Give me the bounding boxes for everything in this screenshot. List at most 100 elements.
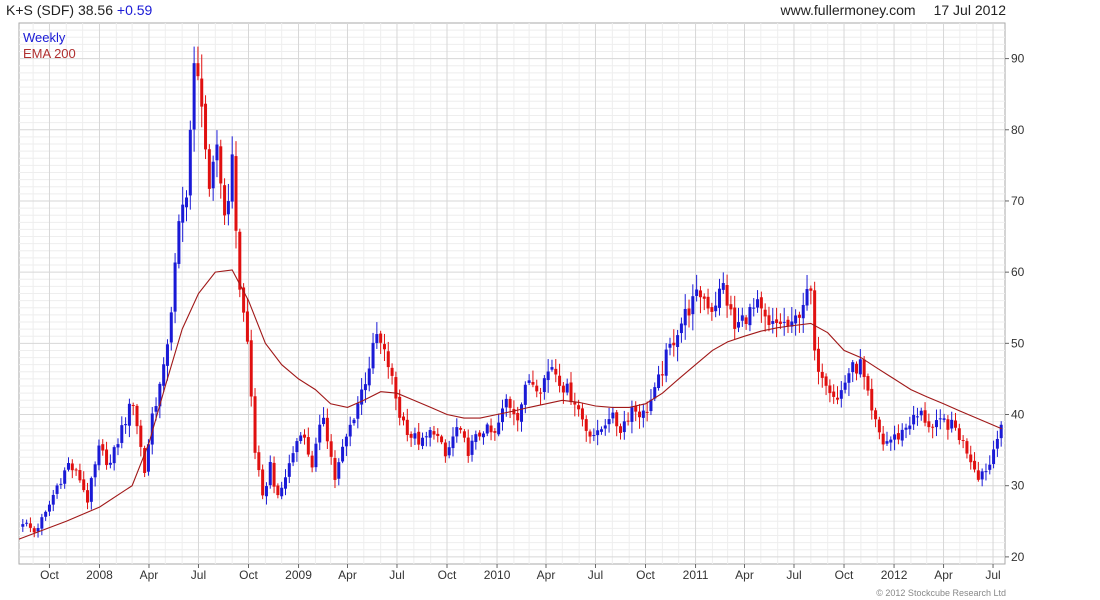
candle-body: [877, 419, 881, 433]
candle-body: [470, 440, 474, 455]
y-tick-label: 30: [1011, 479, 1025, 493]
candle-body: [558, 375, 562, 386]
candle-body: [101, 444, 105, 451]
candle-body: [664, 349, 668, 376]
candle-body: [329, 441, 333, 457]
candle-body: [881, 433, 885, 445]
candle-body: [725, 285, 729, 306]
candle-body: [759, 297, 763, 309]
candle-body: [55, 485, 59, 494]
x-tick-label: 2011: [683, 568, 709, 582]
candle-body: [78, 470, 82, 481]
candle-body: [257, 452, 261, 471]
candle-body: [295, 441, 299, 453]
candle-body: [778, 321, 782, 324]
candle-body: [657, 374, 661, 388]
candle-body: [702, 296, 706, 299]
candle-body: [710, 307, 714, 312]
candle-body: [752, 307, 756, 309]
candle-body: [809, 288, 813, 291]
x-axis: Oct 2008 Apr Jul Oct 2009 Apr Jul Oct 2010 Apr Jul O…: [40, 564, 1001, 582]
candle-body: [291, 453, 295, 463]
candle-body: [607, 419, 611, 425]
candle-body: [230, 154, 234, 202]
candle-body: [847, 373, 851, 383]
candle-body: [539, 392, 543, 394]
candle-body: [268, 462, 272, 486]
candle-body: [219, 146, 223, 184]
candle-body: [729, 304, 733, 310]
candle-body: [660, 374, 664, 376]
candle-body: [976, 470, 980, 480]
candle-body: [497, 422, 501, 435]
candle-body: [896, 433, 900, 440]
candle-body: [599, 429, 603, 432]
candle-body: [333, 458, 337, 480]
candle-body: [573, 402, 577, 405]
candle-body: [714, 305, 718, 312]
candle-body: [645, 411, 649, 413]
candle-body: [97, 445, 101, 466]
candle-body: [771, 321, 775, 324]
candle-body: [542, 378, 546, 393]
candle-body: [611, 412, 615, 419]
candle-body: [481, 433, 485, 438]
x-tick-label: Jul: [985, 568, 1000, 582]
candle-body: [367, 368, 371, 386]
candle-body: [672, 342, 676, 346]
candle-body: [516, 413, 520, 421]
candle-body: [957, 428, 961, 441]
candle-body: [185, 197, 189, 208]
candle-body: [885, 441, 889, 444]
candle-body: [504, 398, 508, 408]
candle-body: [226, 201, 230, 215]
candle-body: [409, 433, 413, 438]
candle-body: [413, 433, 417, 439]
candle-body: [375, 334, 379, 344]
candle-body: [805, 289, 809, 306]
candle-body: [47, 504, 51, 512]
candle-body: [531, 382, 535, 385]
x-tick-label: Jul: [191, 568, 206, 582]
candle-body: [931, 426, 935, 428]
candle-body: [626, 420, 630, 422]
candle-body: [603, 425, 607, 429]
candle-body: [215, 144, 219, 161]
candle-body: [32, 528, 36, 533]
candle-body: [763, 309, 767, 317]
candle-body: [478, 432, 482, 437]
x-tick-label: 2009: [285, 568, 312, 582]
candle-body: [177, 221, 181, 264]
candle-body: [862, 359, 866, 378]
candle-body: [942, 418, 946, 420]
candle-body: [356, 403, 360, 419]
candle-body: [276, 485, 280, 496]
candle-body: [207, 149, 211, 189]
candle-body: [440, 436, 444, 443]
candle-body: [261, 469, 265, 496]
candle-body: [21, 524, 25, 527]
candle-body: [797, 314, 801, 318]
candle-body: [108, 462, 112, 465]
candle-body: [923, 410, 927, 423]
y-tick-label: 60: [1011, 265, 1025, 279]
candle-body: [744, 317, 748, 324]
candle-body: [245, 311, 249, 342]
candle-body: [303, 434, 307, 438]
candle-body: [306, 437, 310, 455]
candle-body: [927, 421, 931, 428]
candle-body: [554, 368, 558, 375]
candle-body: [173, 262, 177, 312]
candle-body: [86, 490, 90, 503]
candle-body: [832, 391, 836, 397]
y-tick-label: 70: [1011, 194, 1025, 208]
candle-body: [165, 344, 169, 366]
candle-body: [843, 382, 847, 390]
candle-body: [234, 156, 238, 231]
candle-body: [775, 319, 779, 323]
candle-body: [28, 523, 32, 528]
candle-body: [428, 430, 432, 438]
candle-body: [379, 333, 383, 343]
candle-body: [908, 425, 912, 430]
candle-body: [980, 471, 984, 480]
